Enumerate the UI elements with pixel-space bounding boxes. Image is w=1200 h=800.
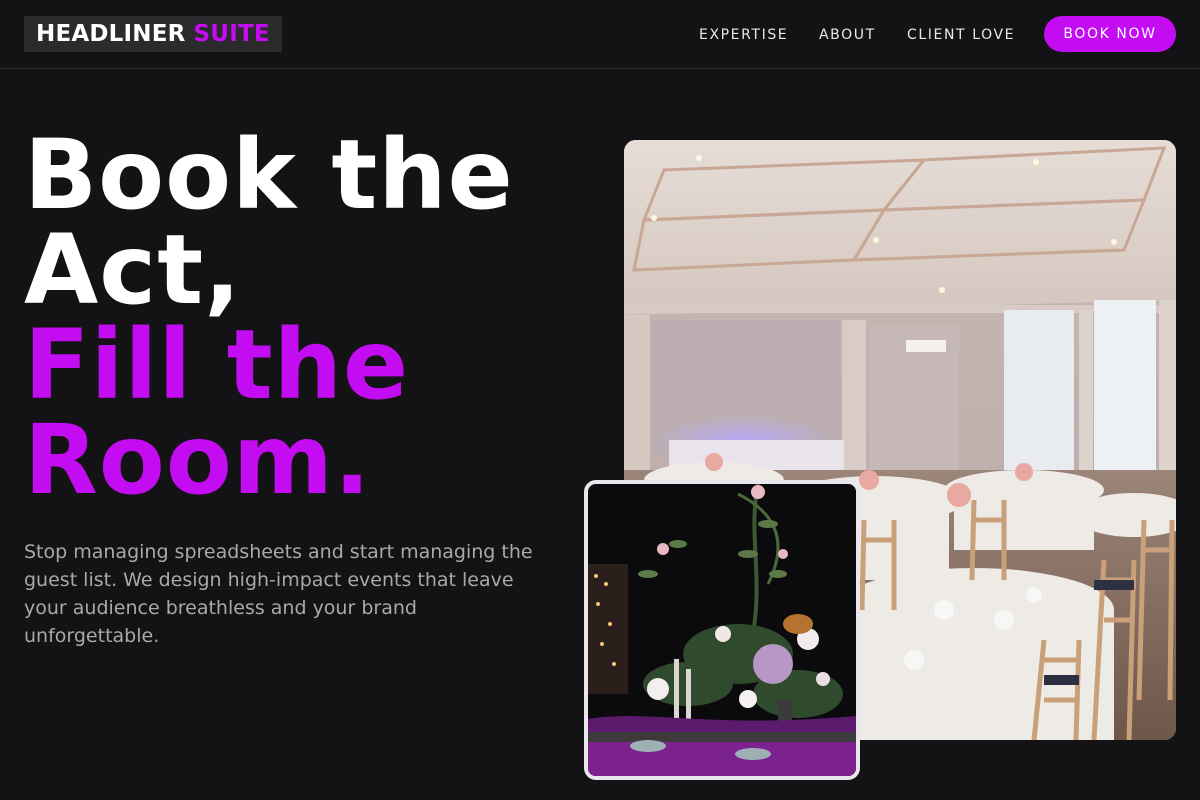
- headline-line-3: Fill the: [24, 309, 410, 421]
- logo-primary-text: HEADLINER: [36, 21, 186, 47]
- nav-link-about[interactable]: ABOUT: [819, 0, 876, 69]
- nav-link-expertise[interactable]: EXPERTISE: [699, 0, 788, 69]
- headline-line-2: Act,: [24, 214, 242, 326]
- hero-subtext: Stop managing spreadsheets and start man…: [24, 541, 533, 647]
- nav-link-client-love[interactable]: CLIENT LOVE: [907, 0, 1015, 69]
- logo-accent-text: SUITE: [193, 21, 270, 47]
- hero-headline: Book the Act, Fill the Room.: [24, 119, 584, 516]
- site-header: HEADLINER SUITE EXPERTISE ABOUT CLIENT L…: [0, 0, 1200, 69]
- book-now-button[interactable]: BOOK NOW: [1044, 16, 1176, 52]
- headline-line-1: Book the: [24, 119, 514, 231]
- headline-line-4: Room.: [24, 404, 372, 516]
- brand-logo[interactable]: HEADLINER SUITE: [24, 16, 282, 52]
- floral-centerpiece-photo: [584, 480, 860, 780]
